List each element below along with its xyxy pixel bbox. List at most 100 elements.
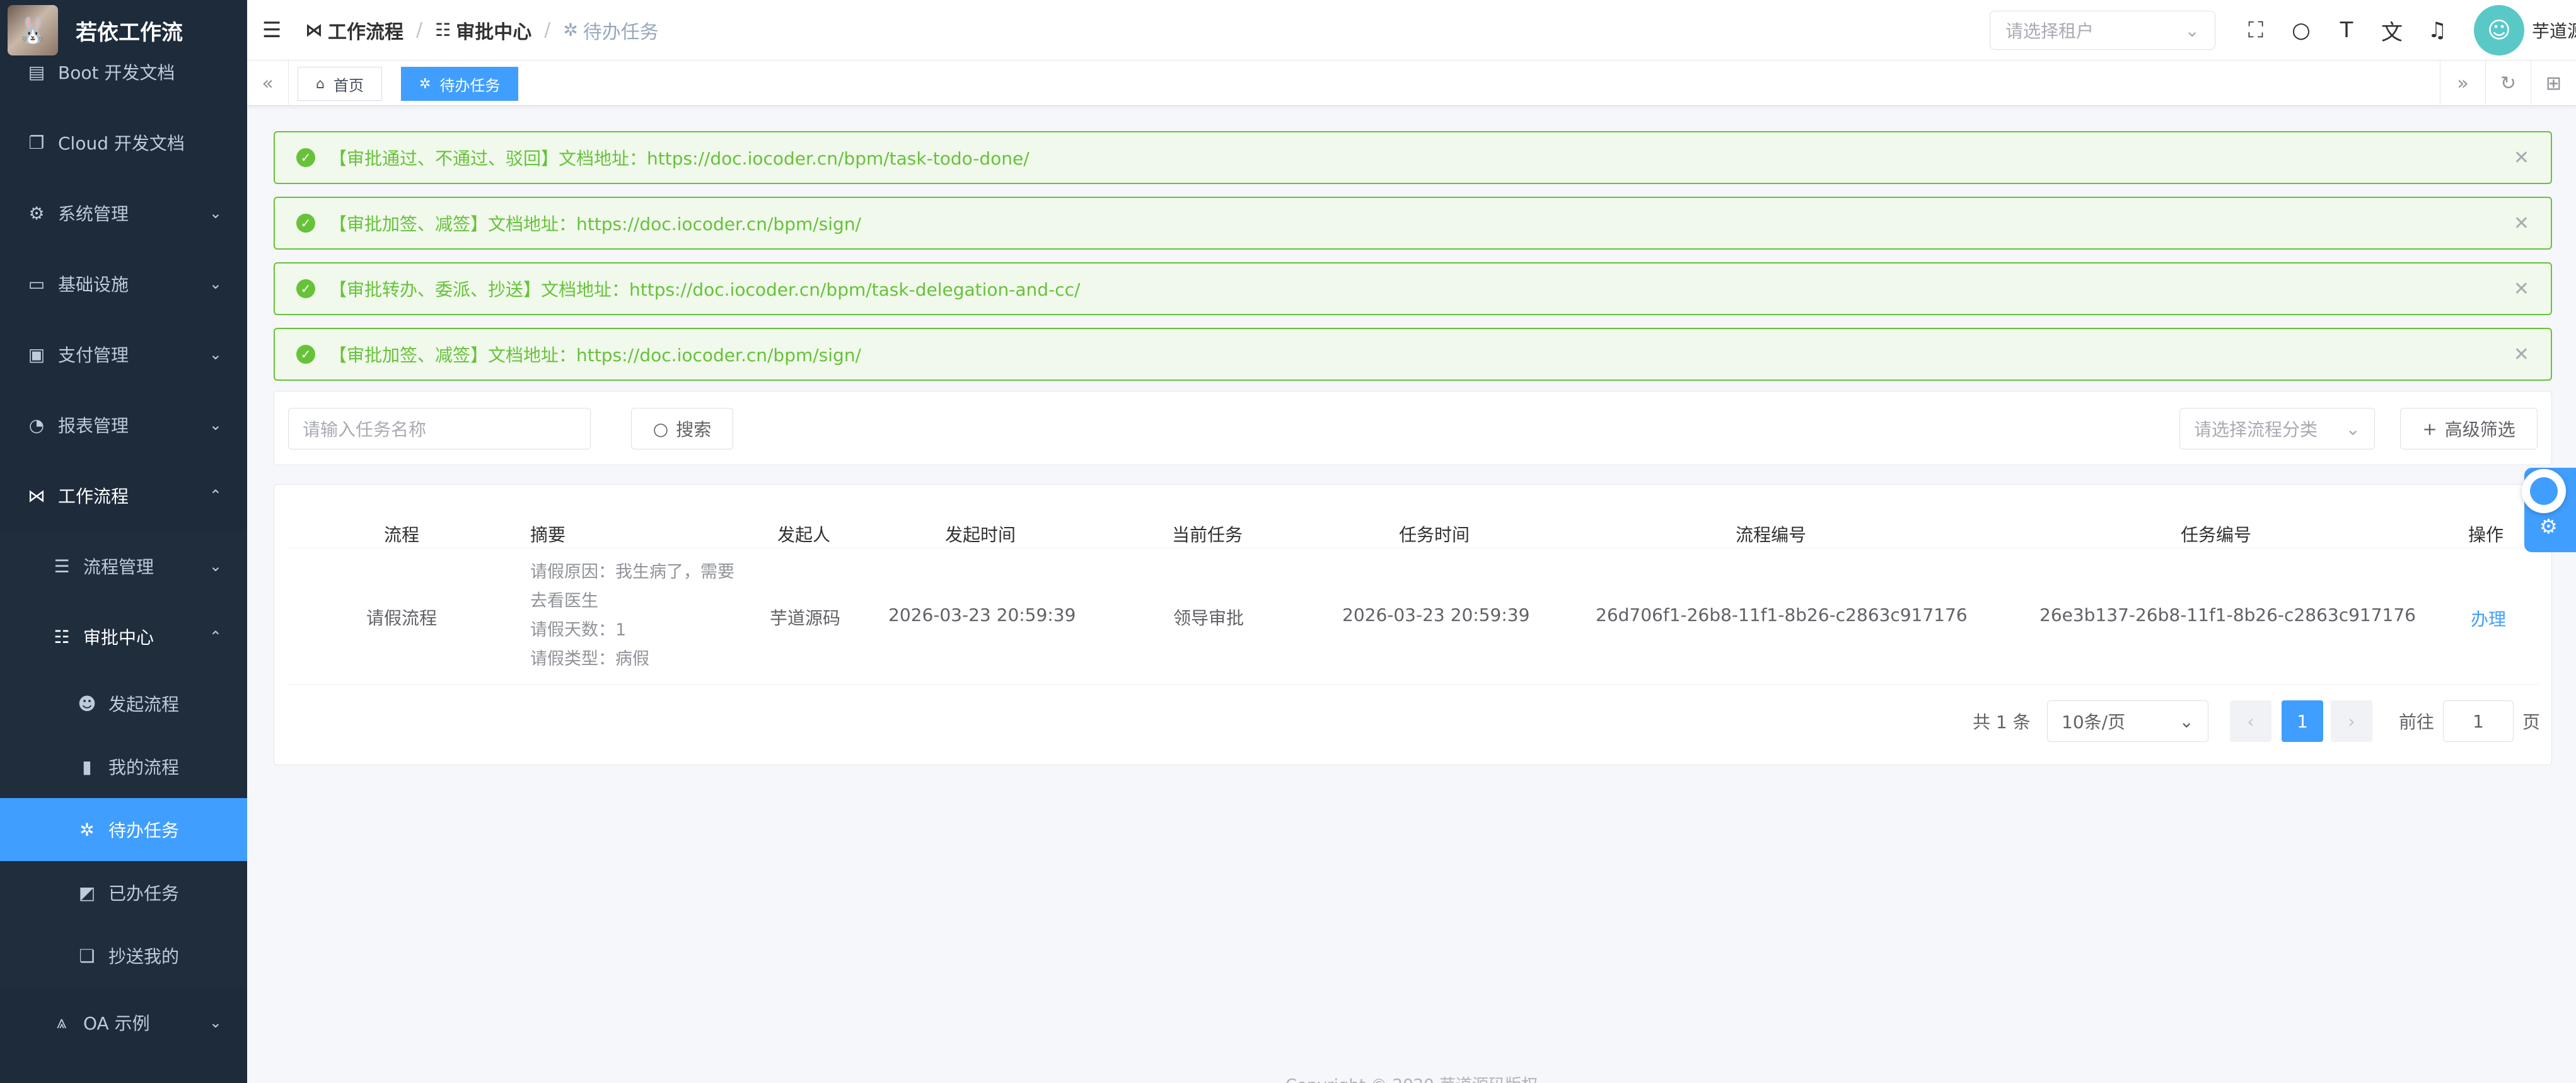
page-suffix: 页 — [2522, 712, 2541, 733]
close-icon[interactable]: ✕ — [2514, 212, 2529, 235]
monitor-icon: ▭ — [28, 273, 45, 294]
gear-icon: ⚙ — [28, 202, 45, 224]
copy-icon: ❏ — [79, 945, 95, 966]
cell-summary: 请假原因：我生病了，需要去看医生 请假天数：1 请假类型：病假 — [530, 562, 734, 669]
pagination-total: 共 1 条 — [1973, 712, 2031, 733]
smile-icon: ☻ — [78, 693, 96, 714]
check-circle-icon: ✓ — [296, 279, 315, 298]
chat-assistant-button[interactable] — [2522, 469, 2566, 513]
row-divider — [288, 684, 2539, 685]
sidebar-item-workflow[interactable]: ⋈ 工作流程 ⌃ — [0, 460, 247, 531]
task-gear-icon: ✲ — [419, 76, 431, 92]
sidebar-item-pay[interactable]: ▣ 支付管理 ⌄ — [0, 319, 247, 390]
column-header: 当前任务 — [1172, 524, 1243, 545]
chevron-down-icon: ⌄ — [209, 557, 222, 575]
refresh-icon[interactable]: ↻ — [2485, 61, 2531, 106]
done-task-icon: ◩ — [78, 882, 96, 903]
search-icon[interactable]: ○ — [2278, 18, 2324, 43]
tag-todo-task[interactable]: ✲ 待办任务 — [401, 67, 519, 101]
navbar: ☰ ⋈ 工作流程 / ☷ 审批中心 / ✲ 待办任务 请选择租户 ⌄ ⛶ ○ T… — [247, 0, 2576, 61]
breadcrumb-item-approval-center[interactable]: ☷ 审批中心 — [435, 16, 531, 44]
chevron-down-icon: ⌄ — [2345, 418, 2360, 439]
cell-starter: 芋道源码 — [770, 608, 841, 628]
bell-icon[interactable]: ♫ — [2415, 18, 2460, 43]
next-page-button[interactable]: › — [2331, 700, 2372, 742]
home-icon: ⌂ — [316, 76, 325, 92]
breadcrumb-separator: / — [416, 19, 423, 41]
scroll-right-icon[interactable]: » — [2440, 61, 2485, 106]
cell-start-time: 2026-03-23 20:59:39 — [888, 605, 1076, 625]
username[interactable]: 芋道源码 — [2532, 18, 2576, 43]
breadcrumb-separator: / — [544, 19, 551, 41]
sidebar-item-system[interactable]: ⚙ 系统管理 ⌄ — [0, 178, 247, 248]
prev-page-button[interactable]: ‹ — [2230, 700, 2271, 742]
hamburger-icon[interactable]: ☰ — [262, 18, 293, 43]
close-icon[interactable]: ✕ — [2514, 147, 2529, 169]
sidebar-item-todo-task[interactable]: ✲ 待办任务 — [0, 798, 247, 861]
payment-icon: ▣ — [28, 344, 45, 365]
sidebar-item-start-process[interactable]: ☻ 发起流程 — [0, 672, 247, 735]
task-name-input[interactable]: 请输入任务名称 — [288, 408, 591, 449]
page-size-select[interactable]: 10条/页 ⌄ — [2047, 700, 2208, 742]
tenant-select[interactable]: 请选择租户 ⌄ — [1990, 11, 2215, 50]
fullscreen-icon[interactable]: ⛶ — [2233, 18, 2278, 43]
column-header: 发起时间 — [945, 524, 1016, 545]
sidebar-item-infra[interactable]: ▭ 基础设施 ⌄ — [0, 248, 247, 319]
avatar[interactable]: ☺ — [2474, 5, 2524, 55]
breadcrumb-item-workflow[interactable]: ⋈ 工作流程 — [305, 16, 403, 44]
search-button[interactable]: ○ 搜索 — [631, 408, 733, 449]
task-table: 流程 摘要 发起人 发起时间 当前任务 任务时间 流程编号 任务编号 操作 请假… — [274, 484, 2552, 765]
check-circle-icon: ✓ — [296, 345, 315, 364]
sidebar-item-boot-docs[interactable]: ▤ Boot 开发文档 — [0, 37, 247, 107]
goto-label: 前往 — [2399, 712, 2435, 733]
doc-alert: ✓ 【审批加签、减签】文档地址：https://doc.iocoder.cn/b… — [274, 328, 2552, 381]
sidebar-item-approval-center[interactable]: ☷ 审批中心 ⌃ — [0, 601, 247, 672]
footer-copyright: Copyright © 2020 芋道源码版权 — [247, 1073, 2576, 1083]
column-header: 发起人 — [777, 524, 831, 545]
close-icon[interactable]: ✕ — [2514, 278, 2529, 300]
handle-button[interactable]: 办理 — [2471, 606, 2506, 631]
font-size-icon[interactable]: T — [2324, 18, 2369, 43]
sidebar-item-oa[interactable]: ⩓ OA 示例 ⌄ — [0, 987, 247, 1058]
oa-icon: ⩓ — [57, 1012, 67, 1033]
chevron-down-icon: ⌄ — [209, 345, 222, 363]
advanced-filter-button[interactable]: + 高级筛选 — [2400, 408, 2538, 449]
cell-process: 请假流程 — [366, 608, 438, 628]
plus-icon: + — [2422, 418, 2437, 439]
chat-bubble-icon — [2530, 477, 2558, 505]
chevron-down-icon: ⌄ — [209, 416, 222, 434]
doc-alert: ✓ 【审批转办、委派、抄送】文档地址：https://doc.iocoder.c… — [274, 262, 2552, 315]
list-indent-icon: ☰ — [54, 555, 70, 577]
sidebar-item-cc-me[interactable]: ❏ 抄送我的 — [0, 924, 247, 987]
page-number-button[interactable]: 1 — [2282, 700, 2323, 742]
column-header: 流程编号 — [1736, 524, 1807, 545]
tags-view: « ⌂ 首页 ✲ 待办任务 » ↻ ⊞ — [247, 61, 2576, 106]
sidebar-item-my-process[interactable]: ▮ 我的流程 — [0, 735, 247, 798]
translate-icon[interactable]: 文 — [2369, 15, 2415, 46]
close-icon[interactable]: ✕ — [2514, 344, 2529, 366]
cell-task-id: 26e3b137-26b8-11f1-8b26-c2863c917176 — [2039, 605, 2416, 625]
grid-menu-icon[interactable]: ⊞ — [2531, 61, 2576, 106]
column-header: 任务编号 — [2181, 524, 2252, 545]
chart-pie-icon: ◔ — [28, 414, 45, 436]
doc-alert: ✓ 【审批通过、不通过、驳回】文档地址：https://doc.iocoder.… — [274, 131, 2552, 184]
breadcrumb-item-todo-task: ✲ 待办任务 — [563, 20, 659, 43]
sidebar: 🐰 若依工作流 ▤ Boot 开发文档 ❐ Cloud 开发文档 ⚙ 系统管理 … — [0, 0, 247, 1083]
goto-page-input[interactable]: 1 — [2443, 700, 2514, 742]
column-header: 流程 — [384, 524, 420, 545]
sidebar-item-process-manage[interactable]: ☰ 流程管理 ⌄ — [0, 531, 247, 601]
process-category-select[interactable]: 请选择流程分类 ⌄ — [2179, 408, 2375, 449]
approval-icon: ☷ — [435, 20, 451, 40]
document-copy-icon: ❐ — [28, 132, 45, 153]
sidebar-item-cloud-docs[interactable]: ❐ Cloud 开发文档 — [0, 107, 247, 178]
gear-icon[interactable]: ⚙ — [2539, 514, 2558, 538]
breadcrumb: ⋈ 工作流程 / ☷ 审批中心 / ✲ 待办任务 — [305, 16, 659, 44]
column-header: 操作 — [2468, 524, 2504, 545]
cell-task-time: 2026-03-23 20:59:39 — [1342, 605, 1530, 625]
book-icon: ▮ — [82, 756, 92, 777]
sidebar-item-done-task[interactable]: ◩ 已办任务 — [0, 861, 247, 924]
sidebar-item-report[interactable]: ◔ 报表管理 ⌄ — [0, 390, 247, 460]
tag-home[interactable]: ⌂ 首页 — [298, 67, 382, 101]
navbar-right: 请选择租户 ⌄ ⛶ ○ T 文 ♫ ☺ 芋道源码 — [1990, 0, 2576, 61]
scroll-left-icon[interactable]: « — [247, 61, 289, 106]
